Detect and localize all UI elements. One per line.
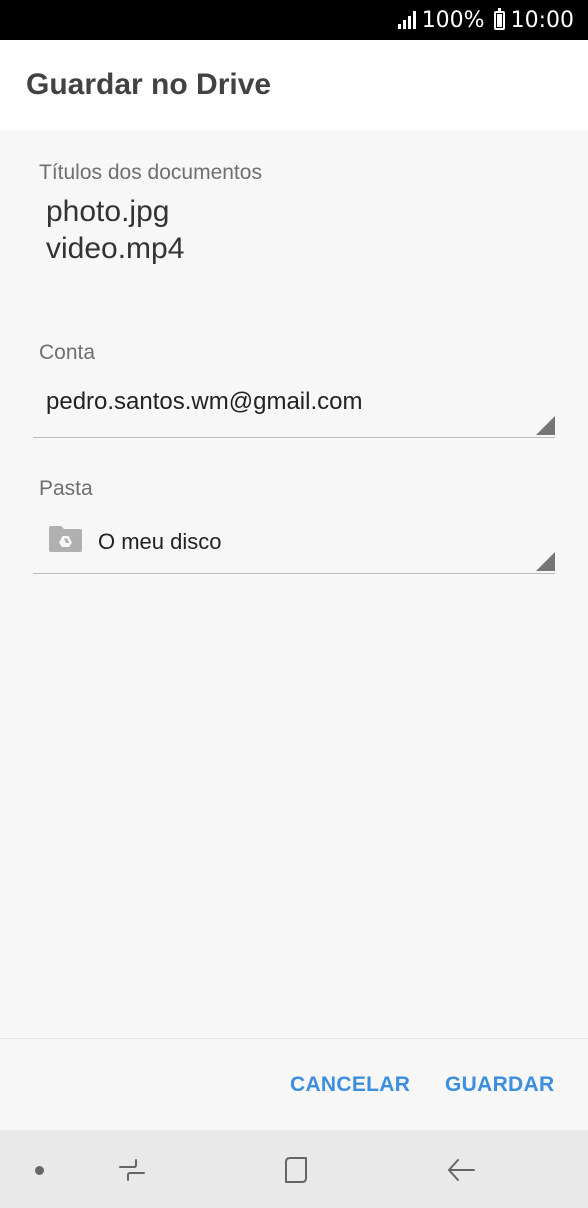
dropdown-arrow-icon: [536, 416, 555, 435]
account-label: Conta: [39, 341, 96, 364]
page-title: Guardar no Drive: [26, 68, 272, 101]
status-bar: 100% 10:00: [0, 0, 588, 40]
account-dropdown[interactable]: pedro.santos.wm@gmail.com: [33, 368, 555, 438]
battery-percent: 100%: [421, 7, 485, 33]
save-button[interactable]: GUARDAR: [445, 1073, 554, 1097]
clock: 10:00: [510, 7, 574, 33]
folder-label: Pasta: [39, 477, 93, 500]
dialog-content: Títulos dos documentos photo.jpg video.m…: [0, 130, 588, 1038]
document-title-2: video.mp4: [46, 232, 185, 265]
back-icon[interactable]: [444, 1154, 476, 1186]
status-indicators: 100% 10:00: [397, 0, 574, 40]
dot-icon[interactable]: [35, 1166, 44, 1175]
folder-dropdown[interactable]: O meu disco: [33, 504, 555, 574]
folder-value: O meu disco: [98, 529, 222, 554]
signal-icon: [397, 11, 416, 29]
documents-label: Títulos dos documentos: [39, 161, 262, 184]
recent-apps-icon[interactable]: [116, 1154, 148, 1186]
dialog-header: Guardar no Drive: [0, 40, 588, 130]
battery-icon: [493, 7, 505, 30]
dialog-actions: CANCELAR GUARDAR: [0, 1038, 588, 1130]
home-icon[interactable]: [280, 1154, 312, 1186]
document-title-1: photo.jpg: [46, 195, 170, 228]
dropdown-arrow-icon: [536, 552, 555, 571]
navigation-bar: [0, 1130, 588, 1208]
cancel-button[interactable]: CANCELAR: [290, 1073, 410, 1097]
drive-folder-icon: [49, 526, 82, 552]
account-value: pedro.santos.wm@gmail.com: [46, 388, 363, 415]
